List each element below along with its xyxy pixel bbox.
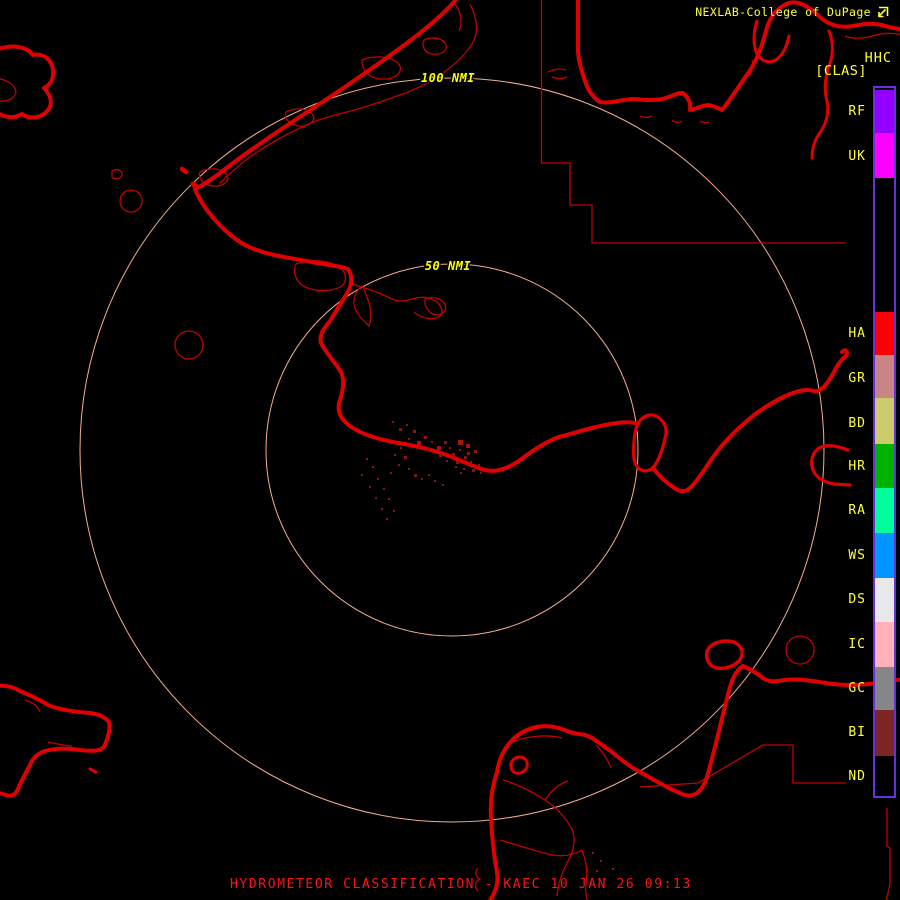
legend-label-nd: ND xyxy=(848,769,866,784)
legend-segment-ws xyxy=(875,533,894,578)
legend-segment-uk xyxy=(875,133,894,178)
legend-segment-rf xyxy=(875,90,894,133)
map-detail-lines xyxy=(0,0,900,900)
header: NEXLAB-College of DuPage xyxy=(695,5,889,19)
legend-label-ha: HA xyxy=(848,326,866,341)
outer-ring-label: 100 NMI xyxy=(421,71,475,85)
legend-segment-ic xyxy=(875,622,894,667)
loop-icon[interactable] xyxy=(876,6,889,19)
legend-label-bd: BD xyxy=(848,416,866,431)
legend-label-gc: GC xyxy=(848,681,866,696)
legend-label-gr: GR xyxy=(848,371,866,386)
range-ring-50nmi xyxy=(265,263,639,637)
legend-segment-ra xyxy=(875,488,894,533)
legend-label-hr: HR xyxy=(848,459,866,474)
radar-display: 100 NMI 50 NMI NEXLAB-College of DuPage … xyxy=(0,0,900,900)
legend-segment-bi xyxy=(875,710,894,756)
legend-segment-gr xyxy=(875,355,894,398)
coastlines xyxy=(0,0,900,900)
legend-label-ws: WS xyxy=(848,548,866,563)
legend-label-rf: RF xyxy=(848,104,866,119)
legend-label-uk: UK xyxy=(848,149,866,164)
legend-label-ic: IC xyxy=(848,637,866,652)
product-mode: [CLAS] xyxy=(815,63,867,79)
legend-segment-nd xyxy=(875,756,894,795)
legend-label-bi: BI xyxy=(848,725,866,740)
legend-segment-bd xyxy=(875,398,894,444)
shoal-dots xyxy=(361,421,614,884)
status-caption: HYDROMETEOR CLASSIFICATION - KAEC 10 JAN… xyxy=(230,877,692,892)
legend-bar xyxy=(873,86,896,798)
legend-label-ra: RA xyxy=(848,503,866,518)
product-code: HHC xyxy=(864,50,892,66)
range-ring-100nmi xyxy=(79,77,825,823)
page-title: NEXLAB-College of DuPage xyxy=(695,5,871,19)
legend-segment-ha xyxy=(875,312,894,355)
legend-label-ds: DS xyxy=(848,592,866,607)
legend-segment-ds xyxy=(875,578,894,622)
legend-segment-gc xyxy=(875,667,894,710)
legend-segment-hr xyxy=(875,444,894,488)
inner-ring-label: 50 NMI xyxy=(425,259,472,273)
range-rings xyxy=(79,77,825,823)
map-canvas: 100 NMI 50 NMI xyxy=(0,0,900,900)
